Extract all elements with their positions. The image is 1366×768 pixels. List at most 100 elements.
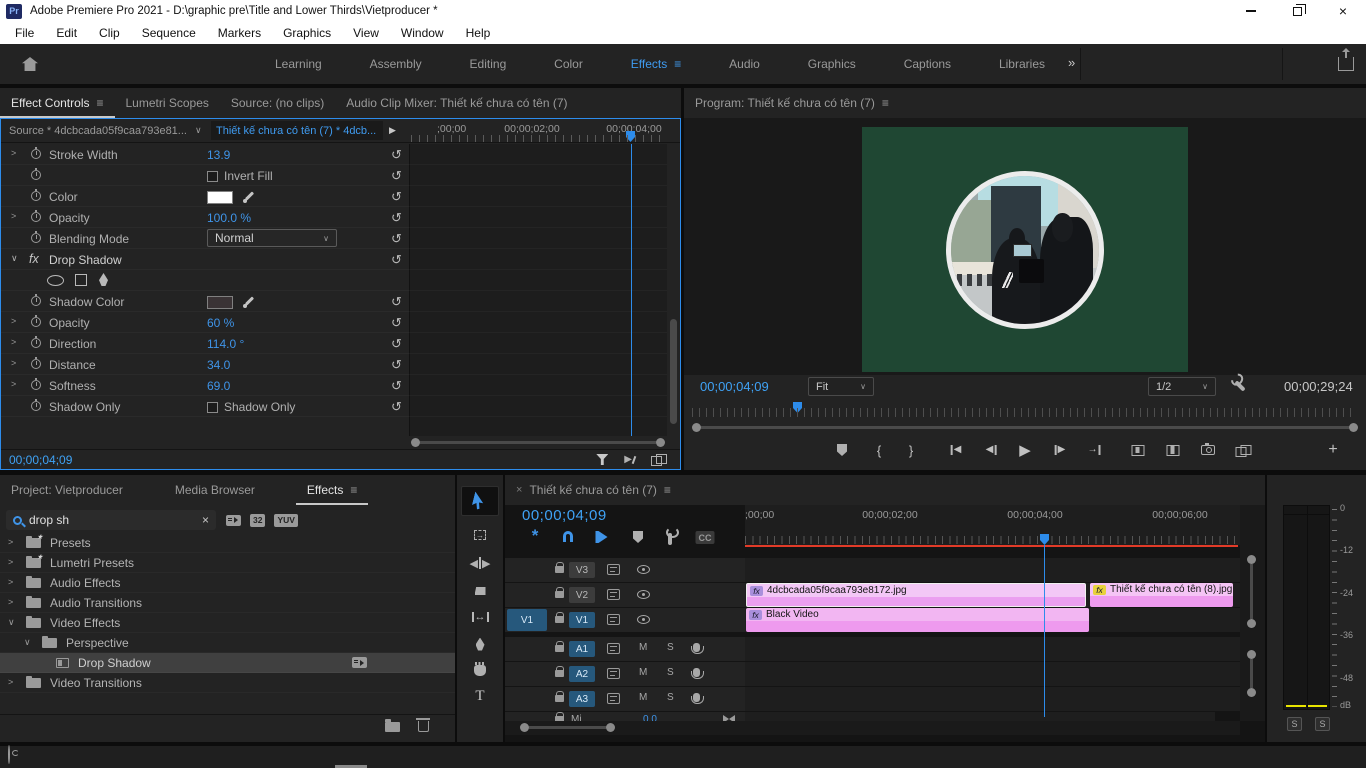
reset-parameter-icon[interactable]: ↺ xyxy=(391,168,402,184)
timeline-ruler[interactable]: ;00;00 00;00;02;00 00;00;04;00 00;00;06;… xyxy=(745,505,1240,545)
search-box[interactable]: × xyxy=(6,510,216,530)
reset-parameter-icon[interactable]: ↺ xyxy=(391,378,402,394)
scrollbar-handle[interactable] xyxy=(1247,619,1256,628)
program-scrollbar[interactable] xyxy=(690,421,1360,433)
mute-button[interactable]: M xyxy=(639,667,647,678)
scrollbar-track[interactable] xyxy=(701,426,1349,429)
timeline-horizontal-scrollbar[interactable] xyxy=(505,721,1240,735)
step-forward-button[interactable]: ▶ xyxy=(1055,434,1066,466)
captions-icon[interactable]: CC xyxy=(696,531,715,544)
menu-view[interactable]: View xyxy=(342,26,390,40)
playback-resolution-select[interactable]: 1/2∨ xyxy=(1148,377,1216,396)
mark-in-button[interactable]: { xyxy=(877,434,881,466)
shadow-color-swatch[interactable] xyxy=(207,296,233,309)
add-marker-icon[interactable] xyxy=(633,531,643,543)
track-lane-a1[interactable] xyxy=(745,637,1240,661)
tab-media-browser[interactable]: Media Browser xyxy=(164,475,266,505)
menu-window[interactable]: Window xyxy=(390,26,455,40)
mark-out-button[interactable]: } xyxy=(909,434,913,466)
tab-program-monitor[interactable]: Program: Thiết kế chưa có tên (7)≡ xyxy=(684,88,900,118)
reset-parameter-icon[interactable]: ↺ xyxy=(391,231,402,247)
32bit-filter-badge[interactable]: 32 xyxy=(250,514,265,527)
track-name-badge[interactable]: V1 xyxy=(569,612,595,628)
lock-icon[interactable] xyxy=(555,566,564,573)
next-clip-icon[interactable]: ▶ xyxy=(389,125,396,136)
menu-help[interactable]: Help xyxy=(455,26,502,40)
search-input[interactable] xyxy=(29,513,195,527)
expander-icon[interactable]: > xyxy=(8,597,13,607)
tree-label[interactable]: Presets xyxy=(50,536,91,550)
panel-menu-icon[interactable]: ≡ xyxy=(882,96,889,110)
tree-row-audio-transitions[interactable]: > Audio Transitions xyxy=(0,593,455,613)
workspace-tab-audio[interactable]: Audio xyxy=(729,57,760,71)
pen-tool[interactable] xyxy=(457,631,503,657)
accelerated-effects-filter-icon[interactable] xyxy=(226,515,241,526)
stopwatch-icon[interactable] xyxy=(31,380,41,390)
expander-icon[interactable]: > xyxy=(8,677,13,687)
track-lane-v2[interactable]: fx4dcbcada05f9caa793e8172.jpg fxThiết kế… xyxy=(745,583,1240,607)
program-playhead-head[interactable] xyxy=(793,402,802,413)
track-lane-a2[interactable] xyxy=(745,662,1240,686)
new-bin-icon[interactable] xyxy=(385,722,400,732)
expander-icon[interactable]: > xyxy=(8,557,13,567)
track-name-badge[interactable]: A3 xyxy=(569,691,595,707)
clip-black-video[interactable]: fxBlack Video xyxy=(746,608,1089,632)
ec-playhead-head[interactable] xyxy=(626,131,635,142)
property-value[interactable]: 114.0 ° xyxy=(207,337,244,351)
track-name-badge[interactable]: A2 xyxy=(569,666,595,682)
reset-parameter-icon[interactable]: ↺ xyxy=(391,210,402,226)
stopwatch-icon[interactable] xyxy=(31,317,41,327)
solo-button[interactable]: S xyxy=(667,667,674,678)
scrollbar-thumb[interactable] xyxy=(1247,555,1256,628)
extract-button[interactable] xyxy=(1167,434,1180,466)
step-back-button[interactable]: ◀ xyxy=(986,434,997,466)
expander-icon[interactable]: > xyxy=(8,537,13,547)
track-output-eye-icon[interactable] xyxy=(637,615,650,624)
eyedropper-icon[interactable] xyxy=(242,295,256,309)
stopwatch-icon[interactable] xyxy=(31,296,41,306)
go-to-out-button[interactable]: → xyxy=(1088,434,1101,466)
scrollbar-handle[interactable] xyxy=(1349,423,1358,432)
lock-icon[interactable] xyxy=(555,670,564,677)
razor-tool[interactable] xyxy=(457,578,503,604)
track-name-badge[interactable]: V3 xyxy=(569,562,595,578)
tab-lumetri-scopes[interactable]: Lumetri Scopes xyxy=(115,88,220,118)
settings-wrench-icon[interactable] xyxy=(1234,380,1245,391)
effect-name[interactable]: Drop Shadow xyxy=(49,253,122,267)
go-to-in-button[interactable]: ◀ xyxy=(951,434,962,466)
rectangle-mask-icon[interactable] xyxy=(75,274,87,286)
scrollbar-thumb[interactable] xyxy=(670,319,677,424)
tree-label[interactable]: Perspective xyxy=(66,636,129,650)
timeline-vertical-scrollbar[interactable] xyxy=(1240,505,1265,721)
voiceover-mic-icon[interactable] xyxy=(693,643,700,652)
stopwatch-icon[interactable] xyxy=(31,212,41,222)
mute-button[interactable]: M xyxy=(639,642,647,653)
menu-markers[interactable]: Markers xyxy=(207,26,272,40)
zoom-level-select[interactable]: Fit∨ xyxy=(808,377,874,396)
collapse-icon[interactable]: ∨ xyxy=(8,617,15,628)
snap-magnet-icon[interactable] xyxy=(563,531,573,542)
tree-row-audio-effects[interactable]: > Audio Effects xyxy=(0,573,455,593)
chevron-down-icon[interactable]: ∨ xyxy=(195,125,202,136)
eyedropper-icon[interactable] xyxy=(242,190,256,204)
scrollbar-handle[interactable] xyxy=(692,423,701,432)
lock-icon[interactable] xyxy=(555,616,564,623)
source-patch-v1[interactable]: V1 xyxy=(507,609,547,631)
sync-lock-icon[interactable] xyxy=(607,668,620,679)
workspace-tab-editing[interactable]: Editing xyxy=(470,57,507,71)
expander-icon[interactable]: > xyxy=(11,316,16,326)
tree-label[interactable]: Audio Effects xyxy=(50,576,121,590)
tab-project[interactable]: Project: Vietproducer xyxy=(0,475,134,505)
workspace-tab-assembly[interactable]: Assembly xyxy=(370,57,422,71)
workspace-tab-effects[interactable]: Effects≡ xyxy=(631,57,681,71)
tree-row-presets[interactable]: > ★ Presets xyxy=(0,533,455,553)
expander-icon[interactable]: > xyxy=(11,211,16,221)
reset-parameter-icon[interactable]: ↺ xyxy=(391,399,402,415)
stopwatch-icon[interactable] xyxy=(31,233,41,243)
solo-button[interactable]: S xyxy=(667,692,674,703)
track-lane-a3[interactable] xyxy=(745,687,1240,711)
program-timecode[interactable]: 00;00;04;09 xyxy=(700,379,769,394)
panel-menu-icon[interactable]: ≡ xyxy=(96,96,103,110)
tree-label[interactable]: Audio Transitions xyxy=(50,596,142,610)
slip-tool[interactable]: ↔ xyxy=(457,604,503,630)
